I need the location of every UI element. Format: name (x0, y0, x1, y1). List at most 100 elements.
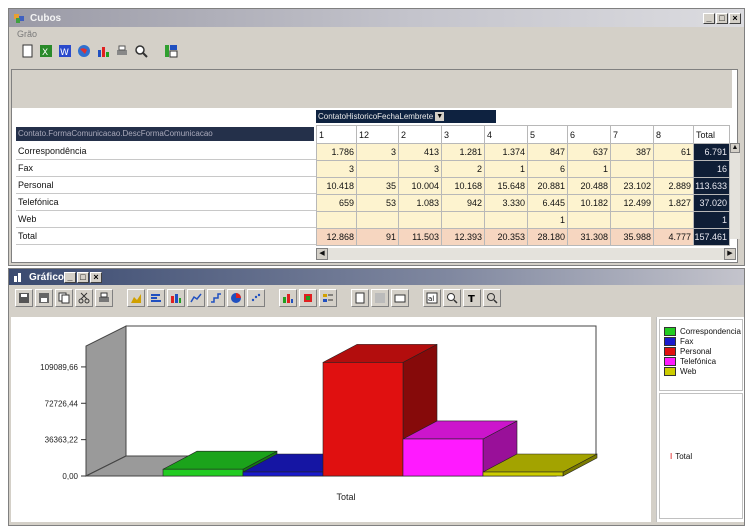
chart-icon[interactable] (95, 44, 111, 59)
chart-zoom-icon[interactable] (443, 289, 461, 307)
pivot-cell[interactable]: 1 (693, 211, 730, 229)
copy-icon[interactable] (55, 289, 73, 307)
text-tool-icon[interactable]: T (463, 289, 481, 307)
pivot-cell[interactable]: 10.418 (316, 177, 357, 195)
gridlines-icon[interactable] (371, 289, 389, 307)
pivot-cell[interactable]: 16 (693, 160, 730, 178)
pivot-column-header[interactable]: 5 (527, 125, 568, 144)
pivot-cell[interactable]: 37.020 (693, 194, 730, 212)
pivot-cell[interactable] (441, 211, 485, 229)
pivot-cell[interactable]: 1 (567, 160, 611, 178)
pivot-cell[interactable]: 1.827 (653, 194, 694, 212)
pivot-cell[interactable]: 1.786 (316, 143, 357, 161)
search-icon[interactable] (483, 289, 501, 307)
pivot-cell[interactable]: 6.791 (693, 143, 730, 161)
pivot-cell[interactable]: 3.330 (484, 194, 528, 212)
pivot-cell[interactable]: 28.180 (527, 228, 568, 246)
pivot-cell[interactable]: 6 (527, 160, 568, 178)
pivot-cell[interactable]: 2 (441, 160, 485, 178)
pivot-column-header[interactable]: 6 (567, 125, 611, 144)
pivot-cell[interactable] (316, 211, 357, 229)
pivot-cell[interactable]: 413 (398, 143, 442, 161)
pivot-cell[interactable]: 387 (610, 143, 654, 161)
pivot-cell[interactable] (653, 211, 694, 229)
pivot-cell[interactable]: 91 (356, 228, 399, 246)
pivot-cell[interactable]: 23.102 (610, 177, 654, 195)
pivot-row-label[interactable]: Correspondência (16, 143, 316, 160)
pivot-layout-icon[interactable] (163, 44, 179, 59)
pivot-cell[interactable] (398, 211, 442, 229)
line-chart-icon[interactable] (187, 289, 205, 307)
open-icon[interactable] (35, 289, 53, 307)
pivot-cell[interactable] (567, 211, 611, 229)
pie-chart-icon[interactable] (227, 289, 245, 307)
close-button[interactable]: × (729, 12, 741, 24)
pivot-column-header[interactable]: 3 (441, 125, 485, 144)
pivot-column-header[interactable]: 2 (398, 125, 442, 144)
pivot-cell[interactable] (356, 160, 399, 178)
pivot-cell[interactable]: 31.308 (567, 228, 611, 246)
pivot-column-header[interactable]: 4 (484, 125, 528, 144)
frame-icon[interactable] (391, 289, 409, 307)
printer-icon[interactable] (95, 289, 113, 307)
data-labels-icon[interactable]: al (423, 289, 441, 307)
pivot-cell[interactable] (356, 211, 399, 229)
pivot-column-header[interactable]: 1 (316, 125, 357, 144)
page-icon[interactable] (351, 289, 369, 307)
area-chart-icon[interactable] (127, 289, 145, 307)
pivot-cell[interactable]: 6.445 (527, 194, 568, 212)
menu-item-grao[interactable]: Grão (17, 29, 37, 39)
excel-icon[interactable]: X (38, 44, 54, 59)
pivot-cell[interactable]: 1 (484, 160, 528, 178)
pivot-column-header[interactable]: Total (693, 125, 730, 144)
column-field-button[interactable]: ContatoHistoricoFechaLembrete ▼ (316, 110, 496, 123)
3d-bars-icon[interactable] (279, 289, 297, 307)
pivot-cell[interactable] (484, 211, 528, 229)
scroll-right-icon[interactable]: ▶ (724, 248, 736, 260)
maximize-button[interactable]: □ (716, 12, 728, 24)
pivot-cell[interactable]: 20.488 (567, 177, 611, 195)
pivot-row-label[interactable]: Web (16, 211, 316, 228)
pivot-row-label[interactable]: Personal (16, 177, 316, 194)
bar-chart-icon[interactable] (167, 289, 185, 307)
pivot-row-label[interactable]: Telefónica (16, 194, 316, 211)
horizontal-scrollbar[interactable]: ◀ ▶ (316, 248, 736, 260)
pivot-cell[interactable] (610, 211, 654, 229)
pivot-cell[interactable]: 1 (527, 211, 568, 229)
pivot-cell[interactable]: 10.182 (567, 194, 611, 212)
scroll-left-icon[interactable]: ◀ (316, 248, 328, 260)
pivot-row-label[interactable]: Total (16, 228, 316, 245)
chart-minimize-button[interactable]: _ (64, 271, 77, 283)
pivot-cell[interactable] (610, 160, 654, 178)
pivot-cell[interactable]: 1.281 (441, 143, 485, 161)
chevron-down-icon[interactable]: ▼ (435, 112, 445, 122)
globe-icon[interactable] (76, 44, 92, 59)
pivot-cell[interactable]: 942 (441, 194, 485, 212)
scatter-chart-icon[interactable] (247, 289, 265, 307)
pivot-cell[interactable]: 11.503 (398, 228, 442, 246)
zoom-icon[interactable] (133, 44, 149, 59)
pivot-column-header[interactable]: 7 (610, 125, 654, 144)
pivot-cell[interactable]: 2.889 (653, 177, 694, 195)
scroll-up-icon[interactable]: ▲ (730, 143, 740, 153)
chart-maximize-button[interactable]: □ (77, 271, 90, 283)
pivot-cell[interactable]: 4.777 (653, 228, 694, 246)
pivot-cell[interactable]: 35 (356, 177, 399, 195)
pivot-cell[interactable]: 113.633 (693, 177, 730, 195)
save-icon[interactable] (15, 289, 33, 307)
pivot-cell[interactable]: 3 (398, 160, 442, 178)
pivot-cell[interactable]: 1.083 (398, 194, 442, 212)
pivot-cell[interactable]: 637 (567, 143, 611, 161)
pivot-cell[interactable]: 12.868 (316, 228, 357, 246)
pivot-cell[interactable]: 15.648 (484, 177, 528, 195)
hbar-chart-icon[interactable] (147, 289, 165, 307)
pivot-column-header[interactable]: 8 (653, 125, 694, 144)
pivot-cell[interactable]: 10.168 (441, 177, 485, 195)
pivot-cell[interactable]: 20.881 (527, 177, 568, 195)
chart-close-button[interactable]: × (90, 271, 103, 283)
new-doc-icon[interactable] (19, 44, 35, 59)
legend-icon[interactable] (319, 289, 337, 307)
minimize-button[interactable]: _ (703, 12, 715, 24)
pivot-cell[interactable]: 157.461 (693, 228, 730, 246)
pivot-cell[interactable]: 3 (356, 143, 399, 161)
